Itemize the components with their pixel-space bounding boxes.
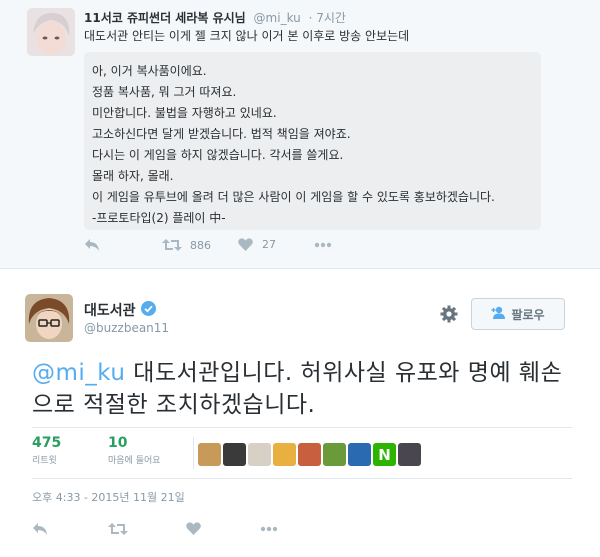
more-button[interactable] — [260, 526, 278, 532]
tweet-text: @mi_ku 대도서관입니다. 허위사실 유포와 명예 훼손으로 적절한 조치하… — [32, 357, 577, 421]
liker-avatars: N — [198, 443, 421, 466]
user-name[interactable]: 11서코 쥬피썬더 세라복 유시님 — [84, 11, 246, 25]
retweet-icon — [108, 522, 128, 536]
tweet-1[interactable]: 11서코 쥬피썬더 세라복 유시님 @mi_ku 7시간 대도서관 안티는 이게… — [0, 0, 600, 268]
like-stat[interactable]: 10 마음에 들어요 — [108, 435, 161, 466]
quote-line: 정품 복사품, 뭐 그거 따져요. — [92, 85, 237, 99]
tweet-actions: 886 27 — [84, 238, 384, 256]
divider — [32, 427, 572, 428]
quote-line: 몰래 하자, 몰래. — [92, 169, 174, 183]
tweet-actions — [32, 522, 332, 540]
like-stat-label: 마음에 들어요 — [108, 456, 161, 466]
retweet-stat-count: 475 — [32, 435, 62, 451]
retweet-stat[interactable]: 475 리트윗 — [32, 435, 61, 466]
gear-icon — [440, 305, 458, 327]
liker-avatar[interactable] — [273, 443, 296, 466]
retweet-icon — [162, 238, 182, 252]
reply-button[interactable] — [32, 522, 48, 536]
tweet-text: 대도서관 안티는 이게 젤 크지 않나 이거 본 이후로 방송 안보는데 — [84, 29, 410, 43]
avatar[interactable] — [27, 8, 75, 56]
reply-icon — [84, 238, 100, 252]
stat-divider — [193, 437, 194, 469]
user-name[interactable]: 대도서관 — [84, 300, 136, 320]
retweet-button[interactable]: 886 — [162, 238, 211, 252]
verified-icon — [140, 300, 156, 320]
add-user-icon — [491, 306, 507, 322]
user-handle[interactable]: @mi_ku — [254, 11, 301, 25]
like-count: 27 — [262, 238, 276, 251]
quote-line: 고소하신다면 달게 받겠습니다. 법적 책임을 져야죠. — [92, 127, 351, 141]
liker-avatar[interactable] — [398, 443, 421, 466]
liker-avatar[interactable] — [223, 443, 246, 466]
liker-avatar[interactable] — [248, 443, 271, 466]
retweet-button[interactable] — [108, 522, 128, 536]
retweet-count: 886 — [190, 238, 211, 252]
mention-link[interactable]: @mi_ku — [32, 360, 125, 386]
reply-button[interactable] — [84, 238, 100, 252]
follow-label: 팔로우 — [511, 307, 545, 322]
divider — [32, 478, 572, 479]
tweet-header: 11서코 쥬피썬더 세라복 유시님 @mi_ku 7시간 — [84, 9, 346, 26]
quote-line: 아, 이거 복사품이에요. — [92, 64, 207, 78]
avatar[interactable] — [25, 294, 73, 342]
like-stat-count: 10 — [108, 435, 128, 451]
liker-avatar[interactable] — [298, 443, 321, 466]
more-icon — [260, 526, 278, 532]
liker-avatar[interactable] — [198, 443, 221, 466]
more-icon — [314, 242, 332, 248]
like-icon — [186, 522, 201, 535]
tweet-divider — [0, 268, 600, 269]
liker-avatar[interactable]: N — [373, 443, 396, 466]
more-button[interactable] — [314, 242, 332, 248]
liker-avatar[interactable] — [323, 443, 346, 466]
quoted-text-box: 아, 이거 복사품이에요. 정품 복사품, 뭐 그거 따져요. 미안합니다. 불… — [84, 52, 541, 230]
tweet-date[interactable]: 오후 4:33 - 2015년 11월 21일 — [32, 489, 185, 505]
quote-line: 이 게임을 유투브에 올려 더 많은 사람이 이 게임을 할 수 있도록 홍보하… — [92, 190, 495, 204]
timestamp[interactable]: 7시간 — [309, 11, 346, 25]
liker-avatar[interactable] — [348, 443, 371, 466]
like-button[interactable]: 27 — [238, 238, 276, 251]
follow-button[interactable]: 팔로우 — [471, 298, 565, 330]
quote-line: 미안합니다. 불법을 자행하고 있네요. — [92, 106, 277, 120]
like-button[interactable] — [186, 522, 201, 535]
quote-line: -프로토타입(2) 플레이 中- — [92, 211, 226, 225]
quote-line: 다시는 이 게임을 하지 않겠습니다. 각서를 쓸게요. — [92, 148, 344, 162]
user-name-row: 대도서관 — [84, 300, 156, 320]
gear-button[interactable] — [440, 305, 458, 327]
user-handle[interactable]: @buzzbean11 — [84, 321, 169, 335]
like-icon — [238, 238, 253, 251]
reply-icon — [32, 522, 48, 536]
retweet-stat-label: 리트윗 — [32, 456, 57, 466]
